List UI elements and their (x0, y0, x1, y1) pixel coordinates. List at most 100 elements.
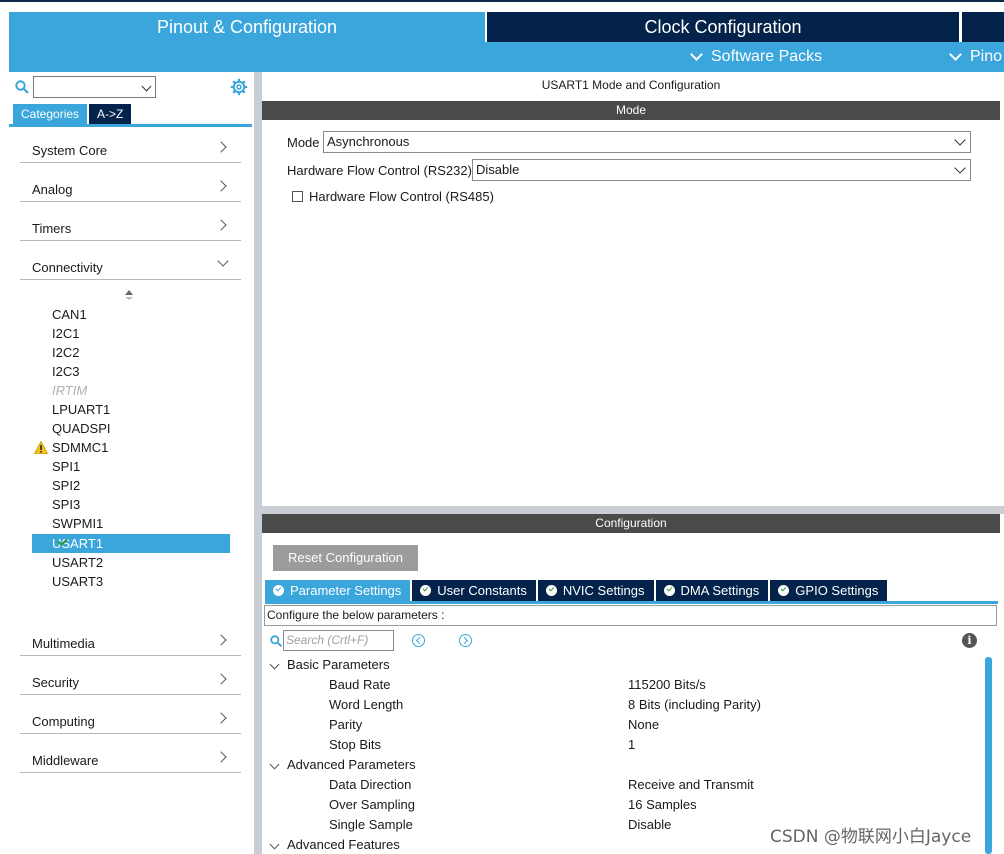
peripheral-item-sdmmc1[interactable]: SDMMC1 (52, 438, 230, 457)
search-icon[interactable] (15, 80, 29, 94)
param-name: Single Sample (329, 817, 413, 832)
tab-nvic-settings[interactable]: NVIC Settings (537, 580, 654, 601)
tab-clock-configuration[interactable]: Clock Configuration (485, 12, 959, 42)
configure-hint: Configure the below parameters : (264, 605, 997, 626)
param-name: Parity (329, 717, 363, 732)
mode-select[interactable]: Asynchronous (323, 131, 971, 153)
peripheral-item-quadspi[interactable]: QUADSPI (52, 419, 230, 438)
tab-label: User Constants (437, 583, 527, 598)
chevron-down-icon[interactable] (269, 839, 280, 850)
param-value[interactable]: 16 Samples (628, 795, 697, 815)
vertical-scrollbar[interactable] (985, 657, 992, 854)
tab-parameter-settings[interactable]: Parameter Settings (265, 580, 411, 601)
hw-flow-rs232-select[interactable]: Disable (472, 159, 971, 181)
section-splitter[interactable] (262, 506, 1004, 514)
search-icon (270, 635, 282, 647)
peripheral-item-usart2[interactable]: USART2 (52, 553, 230, 572)
category-computing[interactable]: Computing (20, 706, 241, 734)
param-value[interactable]: None (628, 715, 659, 735)
warning-icon (34, 441, 48, 454)
chevron-right-icon (215, 712, 227, 724)
tab-a-to-z[interactable]: A->Z (89, 104, 132, 124)
peripheral-item-usart3[interactable]: USART3 (52, 572, 230, 591)
chevron-down-icon (690, 48, 703, 61)
tab-dma-settings[interactable]: DMA Settings (655, 580, 769, 601)
search-next-icon[interactable] (459, 634, 472, 647)
parameter-search-input[interactable]: Search (Crtl+F) (283, 630, 394, 651)
info-icon[interactable]: i (962, 633, 977, 648)
tab-label: NVIC Settings (562, 583, 645, 598)
category-connectivity[interactable]: Connectivity (20, 252, 241, 280)
chevron-down-icon[interactable] (269, 759, 280, 770)
search-combo-input[interactable] (33, 76, 156, 98)
param-name: Baud Rate (329, 677, 391, 692)
param-name: Stop Bits (329, 737, 382, 752)
category-label: System Core (32, 143, 108, 158)
peripheral-item-spi2[interactable]: SPI2 (52, 476, 230, 495)
category-label: Computing (32, 714, 95, 729)
peripheral-item-i2c3[interactable]: I2C3 (52, 362, 230, 381)
tab-user-constants[interactable]: User Constants (412, 580, 536, 601)
peripheral-item-spi3[interactable]: SPI3 (52, 495, 230, 514)
param-name: Data Direction (329, 777, 412, 792)
param-value[interactable]: 8 Bits (including Parity) (628, 695, 761, 715)
top-border (0, 0, 1004, 12)
category-label: Connectivity (32, 260, 103, 275)
main-panel: USART1 Mode and Configuration Mode Mode … (262, 72, 1004, 854)
check-circle-icon (663, 585, 675, 596)
peripheral-item-can1[interactable]: CAN1 (52, 305, 230, 324)
reset-configuration-button[interactable]: Reset Configuration (273, 545, 418, 571)
category-middleware[interactable]: Middleware (20, 745, 241, 773)
hw-flow-rs232-label: Hardware Flow Control (RS232) (287, 162, 472, 178)
pinout-menu[interactable]: Pino (949, 42, 1002, 72)
sort-descending-icon[interactable] (125, 297, 133, 300)
panel-splitter[interactable] (254, 72, 262, 854)
param-value[interactable]: 1 (628, 735, 635, 755)
mode-label: Mode (287, 134, 320, 150)
hw-flow-rs232-value: Disable (476, 162, 520, 177)
tab-overflow[interactable] (960, 12, 1004, 42)
param-value[interactable]: Receive and Transmit (628, 775, 754, 795)
chevron-down-icon[interactable] (141, 81, 152, 92)
category-system-core[interactable]: System Core (20, 135, 241, 163)
category-security[interactable]: Security (20, 667, 241, 695)
peripheral-item-i2c1[interactable]: I2C1 (52, 324, 230, 343)
search-previous-icon[interactable] (412, 634, 425, 647)
tab-categories[interactable]: Categories (13, 104, 88, 124)
chevron-right-icon (215, 751, 227, 763)
hw-flow-rs485-checkbox[interactable] (292, 191, 303, 202)
tab-gpio-settings[interactable]: GPIO Settings (770, 580, 888, 601)
mode-select-value: Asynchronous (327, 134, 410, 149)
param-name: Over Sampling (329, 797, 415, 812)
peripheral-item-swpmi1[interactable]: SWPMI1 (52, 514, 230, 533)
category-label: Multimedia (32, 636, 95, 651)
software-packs-label: Software Packs (711, 48, 823, 65)
chevron-right-icon (215, 673, 227, 685)
peripheral-item-spi1[interactable]: SPI1 (52, 457, 230, 476)
peripheral-item-lpuart1[interactable]: LPUART1 (52, 400, 230, 419)
check-circle-icon (420, 585, 432, 596)
peripheral-item-irtim[interactable]: IRTIM (52, 381, 230, 400)
tab-label: GPIO Settings (795, 583, 879, 598)
chevron-down-icon (217, 255, 229, 267)
software-packs-menu[interactable]: Software Packs (690, 42, 823, 72)
category-timers[interactable]: Timers (20, 213, 241, 241)
sort-ascending-icon[interactable] (125, 290, 133, 295)
chevron-down-icon (949, 48, 962, 61)
chevron-down-icon (954, 162, 966, 174)
peripheral-item-usart1[interactable]: USART1 (32, 534, 230, 553)
page-title: USART1 Mode and Configuration (541, 78, 721, 92)
param-value[interactable]: 115200 Bits/s (628, 675, 706, 695)
category-analog[interactable]: Analog (20, 174, 241, 202)
group-advanced-features[interactable]: Advanced Features (287, 835, 400, 854)
param-value[interactable]: Disable (628, 815, 671, 835)
peripheral-item-i2c2[interactable]: I2C2 (52, 343, 230, 362)
tab-underline (9, 124, 252, 127)
check-circle-icon (545, 585, 557, 596)
tab-pinout-configuration[interactable]: Pinout & Configuration (9, 12, 485, 42)
group-basic-parameters[interactable]: Basic Parameters (287, 655, 390, 675)
gear-icon[interactable] (230, 78, 248, 96)
category-multimedia[interactable]: Multimedia (20, 628, 241, 656)
chevron-down-icon[interactable] (269, 659, 280, 670)
group-advanced-parameters[interactable]: Advanced Parameters (287, 755, 416, 775)
